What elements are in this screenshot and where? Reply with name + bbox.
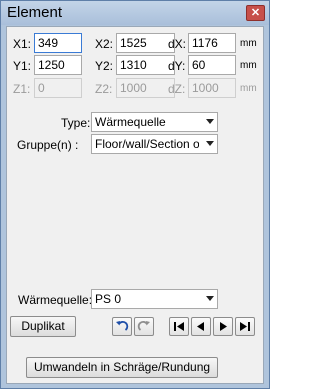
element-window: Element ✕ X1: 349 X2: 1525 dX: 1176 mm Y… [0, 0, 270, 389]
element-panel: X1: 349 X2: 1525 dX: 1176 mm Y1: 1250 Y2… [6, 26, 264, 384]
dy-unit: mm [240, 60, 257, 71]
dz-unit: mm [240, 83, 257, 94]
type-label: Type: [61, 116, 91, 130]
z1-input: 0 [34, 78, 82, 98]
z1-label: Z1: [13, 82, 31, 96]
x2-label: X2: [95, 37, 114, 51]
type-select[interactable]: Wärmequelle [91, 112, 218, 132]
z2-input: 1000 [116, 78, 175, 98]
duplikat-button[interactable]: Duplikat [10, 316, 76, 337]
gruppe-select-value: Floor/wall/Section ove [95, 137, 199, 151]
next-icon [220, 322, 227, 331]
gruppe-select[interactable]: Floor/wall/Section ove [91, 134, 218, 154]
first-button[interactable] [169, 317, 189, 336]
undo-icon [116, 321, 129, 331]
window-title: Element [7, 4, 63, 21]
gruppe-label: Gruppe(n) : [17, 138, 79, 152]
last-icon [240, 322, 250, 331]
chevron-down-icon [206, 141, 214, 146]
previous-icon [197, 322, 204, 331]
close-button[interactable]: ✕ [246, 5, 265, 21]
redo-button[interactable] [134, 317, 154, 336]
y1-label: Y1: [13, 59, 32, 73]
y2-input[interactable]: 1310 [116, 55, 175, 75]
x1-label: X1: [13, 37, 32, 51]
z2-label: Z2: [95, 82, 113, 96]
redo-icon [137, 321, 150, 331]
dx-label: dX: [168, 37, 187, 51]
dy-input[interactable]: 60 [188, 55, 236, 75]
waermequelle-select[interactable]: PS 0 [91, 289, 218, 309]
dx-unit: mm [240, 38, 257, 49]
dz-input: 1000 [188, 78, 236, 98]
title-bar[interactable]: Element ✕ [1, 1, 269, 25]
next-button[interactable] [213, 317, 233, 336]
y2-label: Y2: [95, 59, 114, 73]
dy-label: dY: [168, 59, 186, 73]
last-button[interactable] [235, 317, 255, 336]
waermequelle-label: Wärmequelle: [18, 293, 93, 307]
chevron-down-icon [206, 119, 214, 124]
undo-button[interactable] [112, 317, 132, 336]
type-select-value: Wärmequelle [95, 115, 166, 129]
y1-input[interactable]: 1250 [34, 55, 82, 75]
waermequelle-select-value: PS 0 [95, 292, 122, 306]
dx-input[interactable]: 1176 [188, 33, 236, 53]
x1-input[interactable]: 349 [34, 33, 82, 53]
previous-button[interactable] [191, 317, 211, 336]
umwandeln-button[interactable]: Umwandeln in Schräge/Rundung [26, 357, 218, 378]
first-icon [174, 322, 184, 331]
chevron-down-icon [206, 296, 214, 301]
dz-label: dZ: [168, 82, 186, 96]
x2-input[interactable]: 1525 [116, 33, 175, 53]
